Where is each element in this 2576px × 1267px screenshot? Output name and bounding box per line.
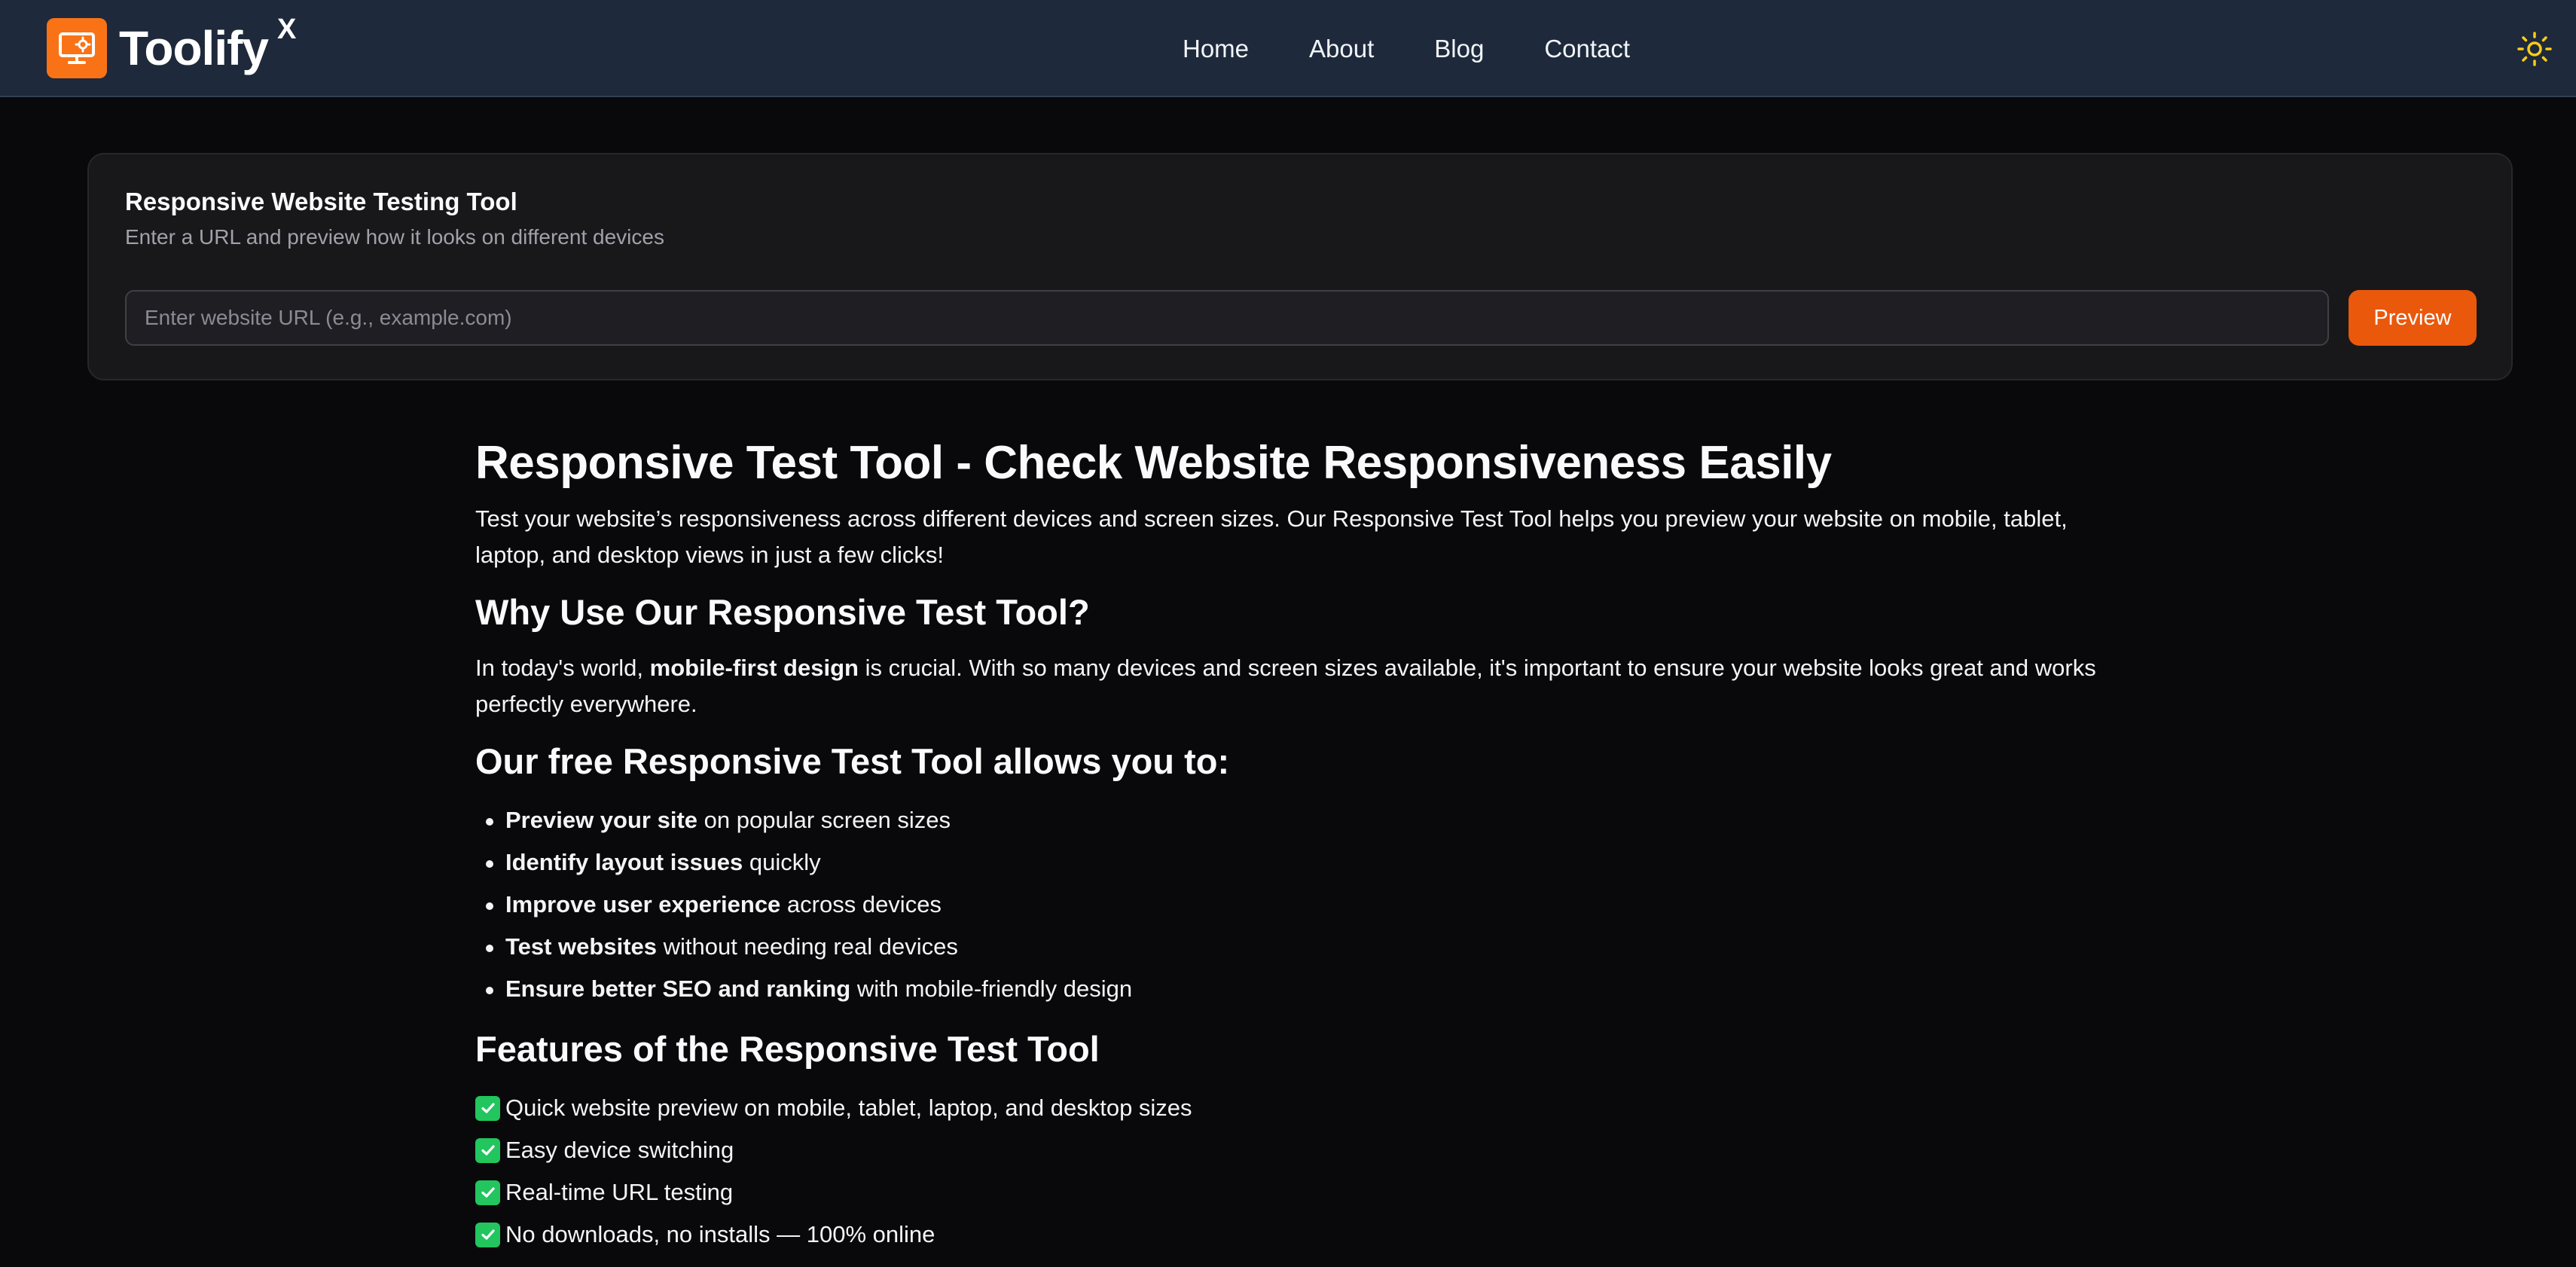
why-heading: Why Use Our Responsive Test Tool? [475,592,1090,632]
list-item: Improve user experience across devices [475,884,2132,926]
benefit-text: quickly [743,849,821,875]
article-content: Responsive Test Tool - Check Website Res… [475,433,2132,1256]
list-item: Quick website preview on mobile, tablet,… [475,1087,2132,1129]
benefit-text: across devices [780,891,942,917]
url-tester-card: Responsive Website Testing Tool Enter a … [87,153,2513,380]
page-title: Responsive Test Tool - Check Website Res… [475,437,1832,489]
list-item: Preview your site on popular screen size… [475,799,2132,841]
top-navbar: Toolify X Home About Blog Contact [0,0,2576,97]
why-text-bold: mobile-first design [649,655,859,681]
list-item: No downloads, no installs — 100% online [475,1214,2132,1256]
nav-about[interactable]: About [1309,36,1374,61]
nav-blog[interactable]: Blog [1434,36,1484,61]
url-input[interactable] [125,290,2329,346]
list-item: Identify layout issues quickly [475,841,2132,884]
list-item: Ensure better SEO and ranking with mobil… [475,968,2132,1010]
features-list: Quick website preview on mobile, tablet,… [475,1087,2132,1256]
check-box-icon [475,1095,500,1121]
benefit-text: with mobile-friendly design [850,975,1133,1002]
main-nav: Home About Blog Contact [1183,0,1630,97]
brand-name: Toolify [119,21,269,75]
list-item: Easy device switching [475,1129,2132,1171]
preview-button[interactable]: Preview [2349,290,2477,346]
why-paragraph: In today's world, mobile-first design is… [475,650,2132,722]
list-item: Real-time URL testing [475,1171,2132,1214]
benefit-bold: Identify layout issues [505,849,743,875]
nav-home[interactable]: Home [1183,36,1249,61]
tool-title: Responsive Website Testing Tool [125,188,517,215]
benefit-bold: Test websites [505,933,658,960]
brand-superscript: X [277,14,297,45]
check-box-icon [475,1137,500,1163]
benefit-bold: Preview your site [505,807,698,833]
list-item: Test websites without needing real devic… [475,926,2132,968]
benefit-bold: Ensure better SEO and ranking [505,975,851,1002]
benefit-text: on popular screen sizes [697,807,951,833]
features-heading: Features of the Responsive Test Tool [475,1029,1100,1069]
feature-text: No downloads, no installs — 100% online [505,1221,935,1247]
intro-paragraph: Test your website’s responsiveness acros… [475,505,2068,568]
benefit-bold: Improve user experience [505,891,781,917]
brand[interactable]: Toolify X [47,14,296,78]
benefits-list: Preview your site on popular screen size… [475,799,2132,1010]
nav-contact[interactable]: Contact [1544,36,1630,61]
feature-text: Real-time URL testing [505,1179,734,1205]
feature-text: Easy device switching [505,1137,734,1163]
allows-heading: Our free Responsive Test Tool allows you… [475,741,1230,781]
benefit-text: without needing real devices [657,933,958,960]
feature-text: Quick website preview on mobile, tablet,… [505,1095,1192,1121]
check-box-icon [475,1180,500,1205]
check-box-icon [475,1222,500,1247]
monitor-gear-icon [47,18,107,78]
tool-subtitle: Enter a URL and preview how it looks on … [125,225,664,249]
why-text-pre: In today's world, [475,655,650,681]
theme-toggle-button[interactable] [2516,30,2553,68]
sun-icon [2517,32,2552,66]
